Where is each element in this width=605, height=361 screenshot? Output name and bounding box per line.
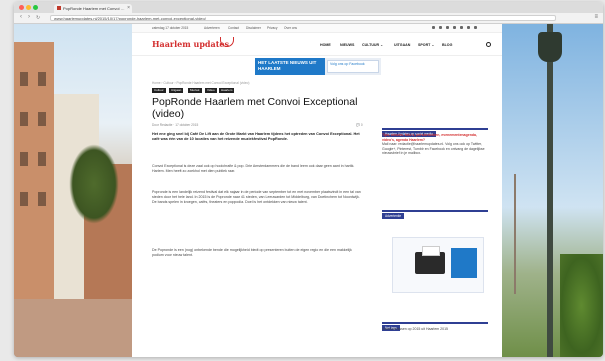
background-photo-right (502, 24, 603, 357)
sidebar-follow-widget: Haarlem Updates op social media Tips, ni… (382, 122, 488, 156)
menu-blog[interactable]: BLOG (442, 43, 452, 47)
banner-ad[interactable]: HET LAATSTE NIEUWS UIT HAARLEM Volg ons … (255, 58, 381, 75)
top-strip: zaterdag 17 oktober 2015 Adverteren Cont… (132, 24, 502, 33)
googleplus-icon[interactable] (446, 26, 449, 29)
article-title: PopRonde Haarlem met Convoi Exceptional … (152, 96, 358, 120)
browser-menu-icon[interactable]: ≡ (594, 14, 598, 20)
ad-headline: HET LAATSTE NIEUWS UIT HAARLEM (255, 58, 325, 75)
address-bar[interactable]: www.haarlemupdates.nl/2015/10/17/poprond… (50, 15, 556, 21)
chevron-down-icon: ⌄ (431, 43, 435, 47)
minimize-window-button[interactable] (26, 5, 31, 10)
menu-nieuws[interactable]: NIEUWS (340, 43, 354, 47)
logo-smile-icon (220, 37, 234, 47)
top-link-adverteren[interactable]: Adverteren (204, 26, 220, 30)
browser-window: PopRonde Haarlem met Convoi … × ‹ › ↻ ww… (14, 2, 603, 357)
sidebar-tags-text[interactable]: Gebeurtenissen op 2015 uit Haarlem 2015 (382, 327, 488, 332)
article-meta: Door Redactie · 17 oktober 2015 (152, 123, 199, 127)
twitter-icon[interactable] (439, 26, 442, 29)
sidebar-ad[interactable] (392, 237, 484, 293)
sidebar-tips-text: Tips, nieuws, foto's, persberichten, eve… (382, 133, 477, 142)
close-window-button[interactable] (19, 5, 24, 10)
foliage (560, 254, 603, 357)
top-link-disclaimer[interactable]: Disclaimer (246, 26, 261, 30)
website-content: zaterdag 17 oktober 2015 Adverteren Cont… (132, 24, 502, 357)
top-link-contact[interactable]: Contact (228, 26, 239, 30)
category-tag[interactable]: Haarlem (219, 88, 235, 93)
menu-sport[interactable]: SPORT ⌄ (418, 43, 434, 47)
article-paragraph: De Popronde is een (nog) onbekende bende… (152, 248, 352, 258)
sidebar-ad-heading-box: Advertentie (382, 204, 488, 219)
browser-tab[interactable]: PopRonde Haarlem met Convoi … × (54, 4, 132, 13)
sidebar-ad-heading: Advertentie (382, 213, 405, 219)
search-icon[interactable] (486, 42, 491, 47)
article-paragraph: Convoi Exceptional is deze zaal ook op h… (152, 164, 355, 174)
tab-bar: PopRonde Haarlem met Convoi … × (14, 2, 603, 13)
site-header: Haarlem updates HOME NIEUWS CULTUUR ⌄ UI… (132, 33, 502, 56)
article-lead: Het ene ging snel bij Café De Lift aan d… (152, 132, 360, 142)
ship-mast (514, 174, 516, 294)
menu-uitgaan[interactable]: UITGAAN (394, 43, 410, 47)
tree (69, 144, 119, 224)
street (14, 299, 132, 357)
street-lamp (547, 24, 553, 357)
browser-toolbar: ‹ › ↻ www.haarlemupdates.nl/2015/10/17/p… (14, 13, 603, 24)
printer-image (415, 246, 445, 274)
article-paragraph: Popronde is een landelijk reizend festiv… (152, 190, 361, 205)
close-tab-icon[interactable]: × (127, 5, 130, 11)
top-link-over-ons[interactable]: Over ons (284, 26, 297, 30)
facebook-icon[interactable] (432, 26, 435, 29)
maximize-window-button[interactable] (33, 5, 38, 10)
instagram-icon[interactable] (453, 26, 456, 29)
site-logo[interactable]: Haarlem updates (152, 39, 229, 49)
category-tag[interactable]: Uitgaan (169, 88, 184, 93)
category-tag[interactable]: Muziek (188, 88, 202, 93)
sidebar-tags-widget: Net tags Gebeurtenissen op 2015 uit Haar… (382, 316, 488, 332)
menu-cultuur[interactable]: CULTUUR ⌄ (362, 43, 383, 47)
ad-block (451, 248, 477, 278)
forward-icon[interactable]: › (28, 14, 30, 20)
background-photo-left (14, 24, 132, 357)
chevron-down-icon: ⌄ (380, 43, 384, 47)
tab-title: PopRonde Haarlem met Convoi … (63, 6, 125, 11)
comment-count[interactable]: 💬 0 (356, 123, 363, 127)
menu-home[interactable]: HOME (320, 43, 331, 47)
reload-icon[interactable]: ↻ (36, 15, 40, 21)
sidebar-follow-text: Mail naar: redactie@haarlemupdates.nl. V… (382, 142, 485, 156)
pinterest-icon[interactable] (460, 26, 463, 29)
category-tag[interactable]: Cultuur (152, 88, 166, 93)
youtube-icon[interactable] (474, 26, 477, 29)
page-viewport: zaterdag 17 oktober 2015 Adverteren Cont… (14, 24, 603, 357)
street-lamp-head (538, 32, 562, 62)
building-left (14, 42, 54, 342)
top-link-privacy[interactable]: Privacy (267, 26, 277, 30)
top-date: zaterdag 17 oktober 2015 (152, 26, 189, 30)
ad-cta[interactable]: Volg ons op Facebook (327, 60, 379, 73)
back-icon[interactable]: ‹ (20, 14, 22, 20)
rss-icon[interactable] (467, 26, 470, 29)
favicon-icon (57, 6, 61, 10)
breadcrumb[interactable]: Home › Cultuur › PopRonde Haarlem met Co… (152, 81, 249, 85)
category-tag[interactable]: Video (205, 88, 217, 93)
